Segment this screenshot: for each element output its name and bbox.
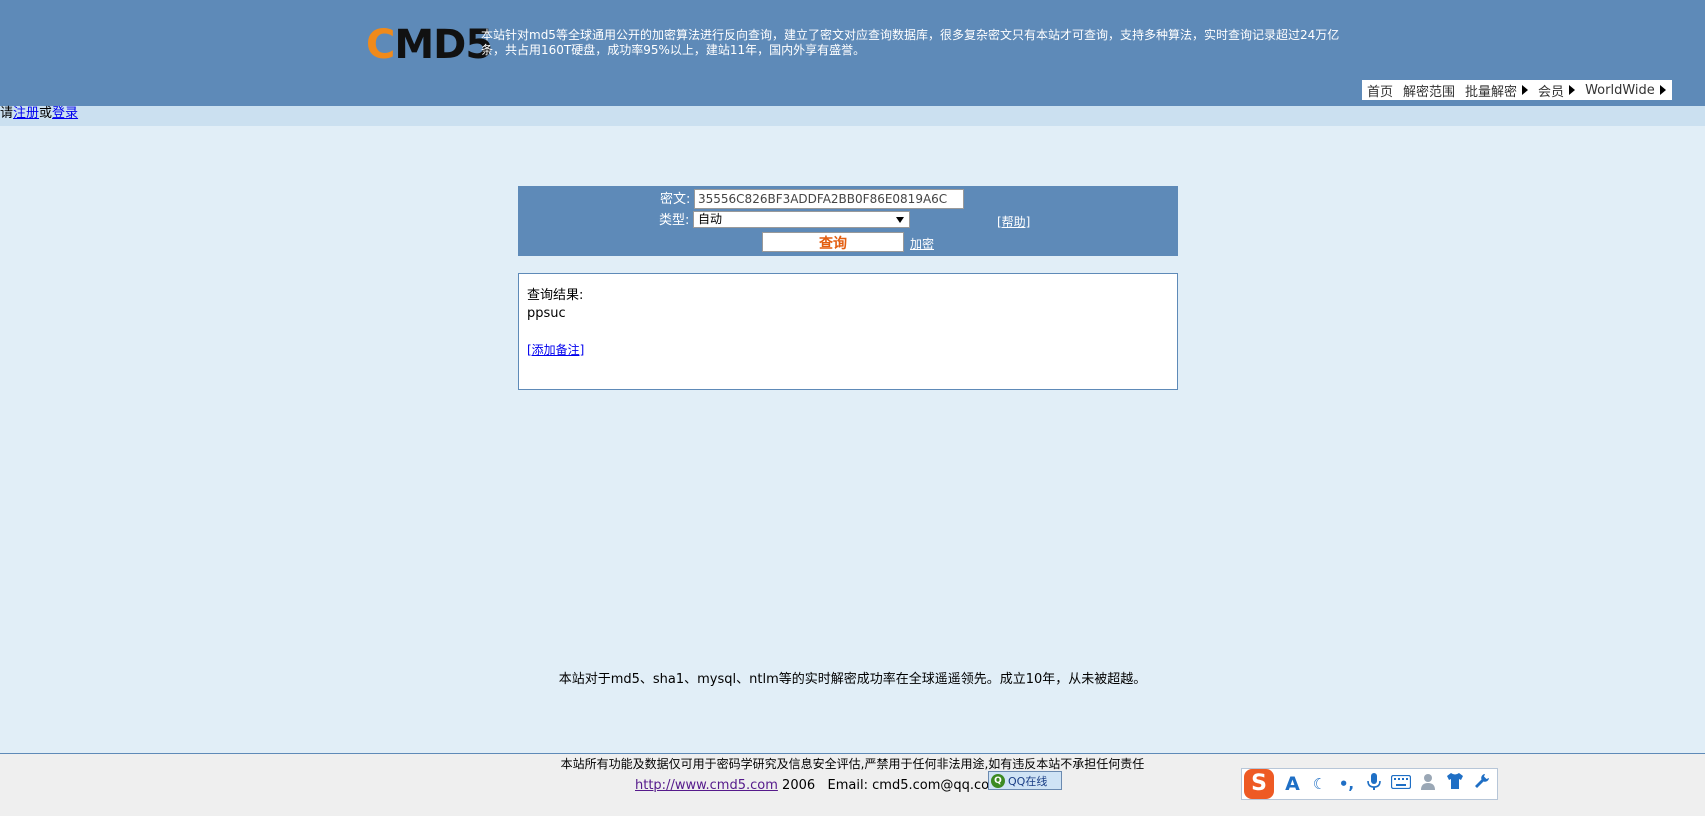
- font-icon[interactable]: A: [1281, 773, 1304, 796]
- footer-year: 2006: [782, 778, 816, 793]
- user-icon[interactable]: [1416, 773, 1439, 796]
- wrench-icon[interactable]: [1470, 773, 1493, 796]
- register-link[interactable]: 注册: [13, 106, 39, 121]
- ime-toolbar: S A ☾ •,: [1241, 768, 1498, 800]
- nav-item-batch-decrypt[interactable]: 批量解密: [1465, 81, 1529, 100]
- email-label: Email:: [827, 778, 868, 793]
- site-intro-text: 本站针对md5等全球通用公开的加密算法进行反向查询，建立了密文对应查询数据库，很…: [481, 28, 1340, 57]
- moon-icon[interactable]: ☾: [1308, 773, 1331, 796]
- cipher-input[interactable]: [694, 189, 964, 209]
- qq-badge-label: QQ在线: [1008, 774, 1048, 788]
- nav-item-home[interactable]: 首页: [1367, 81, 1393, 100]
- query-form: 密文: 类型: 自动 [帮助] 查询 加密: [518, 186, 1178, 256]
- sogou-logo-icon[interactable]: S: [1244, 769, 1274, 799]
- nav-item-member[interactable]: 会员: [1538, 81, 1576, 100]
- login-prefix-text: 请: [0, 106, 14, 121]
- slogan-text: 本站对于md5、sha1、mysql、ntlm等的实时解密成功率在全球遥遥领先。…: [558, 672, 1147, 687]
- query-button[interactable]: 查询: [762, 232, 904, 252]
- cipher-label: 密文:: [660, 192, 691, 207]
- qq-online-button[interactable]: Q QQ在线: [988, 771, 1062, 790]
- email-address: cmd5.com@qq.com: [872, 778, 1002, 793]
- nav-item-label: 批量解密: [1465, 84, 1518, 100]
- nav-item-decrypt-range[interactable]: 解密范围: [1403, 81, 1455, 100]
- site-header: CMD5 本站针对md5等全球通用公开的加密算法进行反向查询，建立了密文对应查询…: [0, 0, 1705, 106]
- punctuation-icon[interactable]: •,: [1335, 773, 1358, 796]
- microphone-icon[interactable]: [1362, 772, 1385, 796]
- triangle-right-icon: [1659, 85, 1666, 95]
- triangle-right-icon: [1522, 85, 1529, 95]
- logo-letters-md5: MD5: [394, 22, 493, 68]
- cmd5-logo[interactable]: CMD5: [366, 22, 493, 68]
- qq-penguin-icon: Q: [991, 773, 1005, 788]
- result-value: ppsuc: [527, 306, 566, 321]
- help-link[interactable]: [帮助]: [997, 213, 1030, 230]
- nav-item-label: WorldWide: [1585, 82, 1655, 98]
- encrypt-link[interactable]: 加密: [910, 235, 934, 252]
- triangle-right-icon: [1569, 85, 1576, 95]
- nav-item-worldwide[interactable]: WorldWide: [1585, 83, 1666, 98]
- type-label: 类型:: [659, 213, 690, 228]
- type-select[interactable]: 自动: [693, 211, 910, 228]
- result-label: 查询结果:: [527, 288, 584, 303]
- nav-item-label: 会员: [1538, 84, 1565, 100]
- chevron-down-icon: [896, 217, 904, 223]
- main-nav: 首页 解密范围 批量解密 会员 WorldWide: [1362, 80, 1672, 100]
- login-link[interactable]: 登录: [52, 106, 78, 121]
- result-panel: 查询结果: ppsuc [添加备注]: [518, 273, 1178, 390]
- login-or-text: 或: [39, 106, 53, 121]
- contact-line: http://www.cmd5.com 2006 Email: cmd5.com…: [635, 777, 1002, 795]
- nav-item-label: 首页: [1367, 84, 1394, 100]
- keyboard-icon[interactable]: [1389, 773, 1412, 796]
- type-select-value: 自动: [698, 212, 723, 226]
- add-note-link[interactable]: [添加备注]: [527, 341, 584, 359]
- logo-letter-c: C: [366, 22, 395, 68]
- login-bar: 请注册或登录: [0, 106, 1705, 126]
- site-url-link[interactable]: http://www.cmd5.com: [635, 778, 778, 793]
- nav-item-label: 解密范围: [1403, 84, 1456, 100]
- skin-shirt-icon[interactable]: [1443, 772, 1466, 796]
